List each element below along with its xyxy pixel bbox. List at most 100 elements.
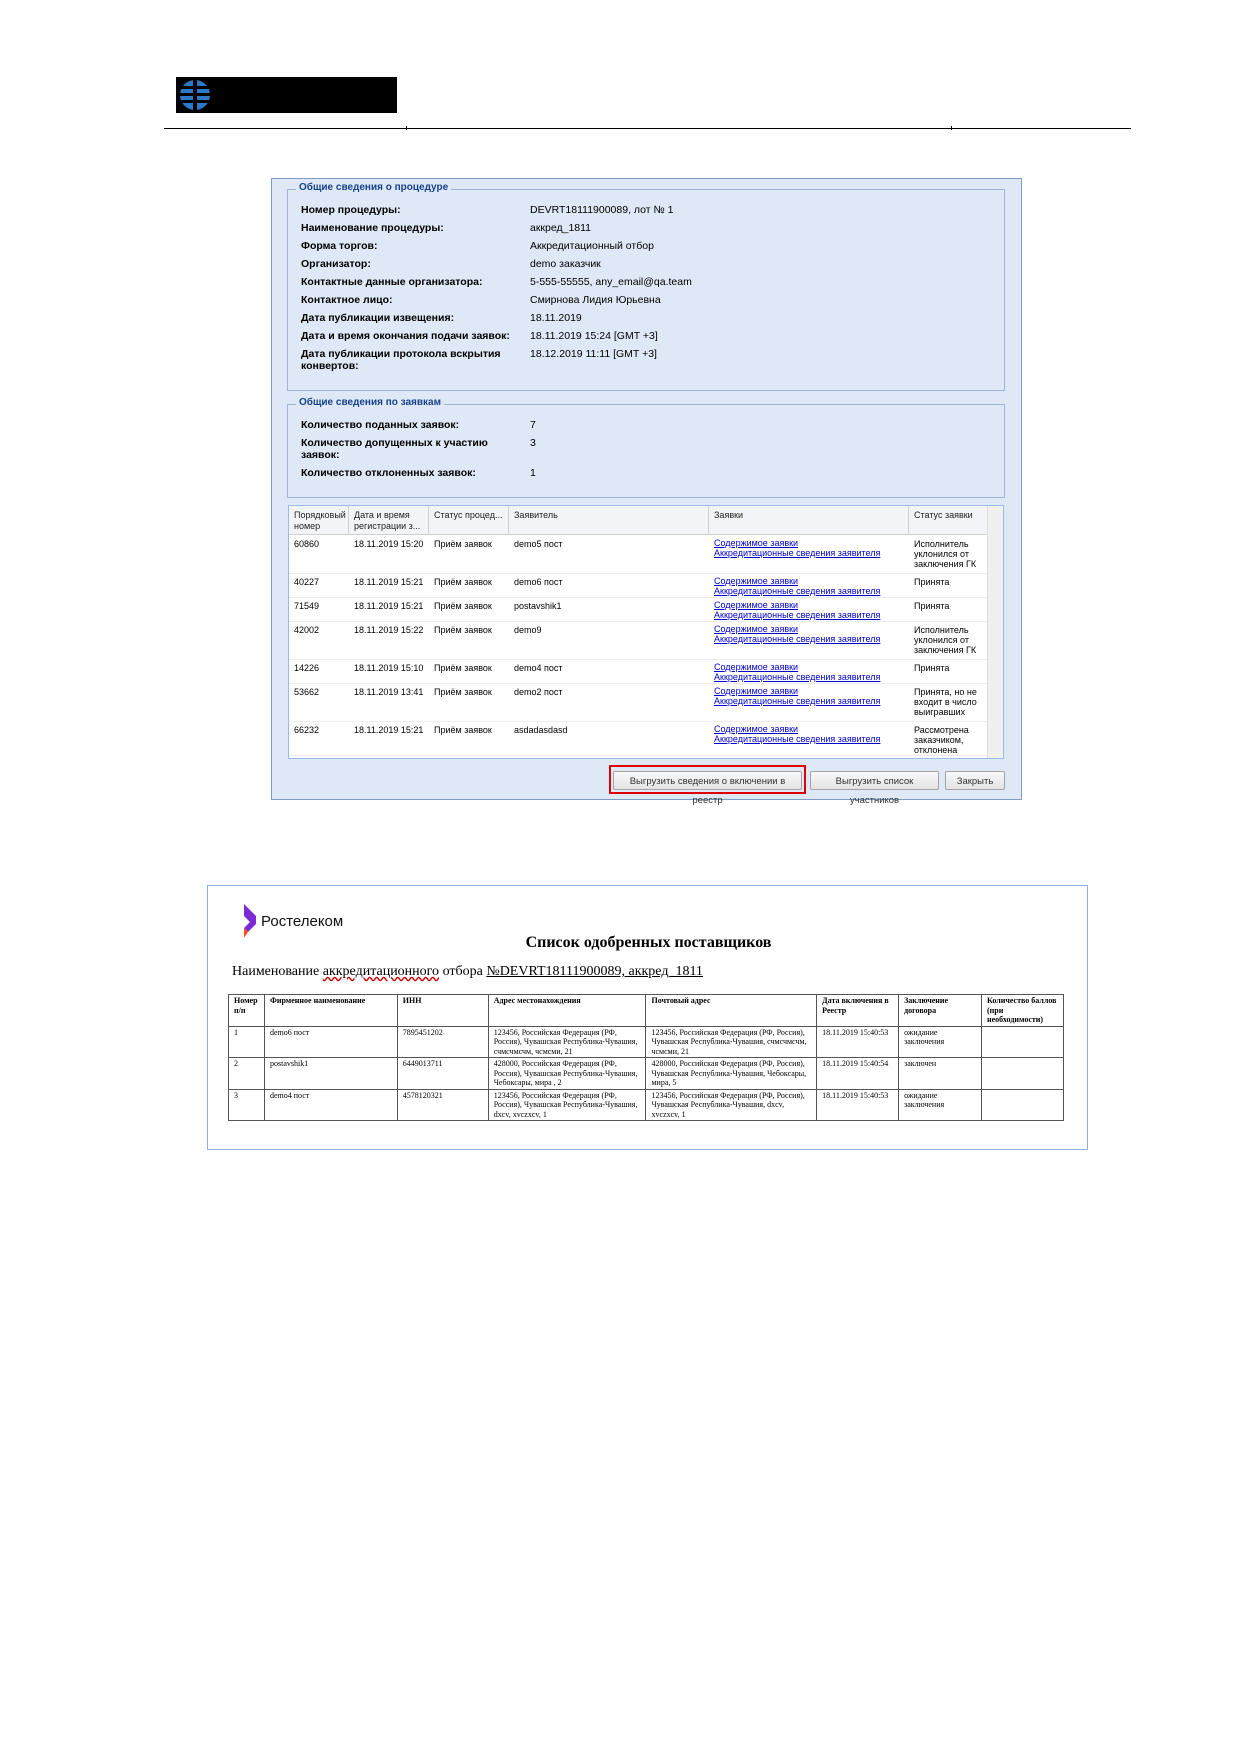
application-content-link[interactable]: Содержимое заявки: [714, 538, 880, 548]
column-header: Номер п/п: [228, 994, 265, 1027]
table-cell: 18.11.2019 15:40:53: [816, 1025, 900, 1058]
application-content-link[interactable]: Содержимое заявки: [714, 724, 880, 734]
table-cell: 4578120321: [396, 1088, 489, 1121]
row-application-status: Рассмотрена заказчиком, отклонена: [914, 725, 969, 755]
row-date: 18.11.2019 13:41: [354, 687, 424, 697]
column-header[interactable]: Статус процед...: [429, 506, 509, 534]
export-participants-button[interactable]: Выгрузить список участников: [810, 771, 939, 806]
column-header[interactable]: Заявки: [709, 506, 909, 534]
column-header: Дата включения в Реестр: [816, 994, 900, 1027]
row-application-status: Принята: [914, 601, 950, 611]
row-links: Содержимое заявки Аккредитационные сведен…: [714, 662, 880, 682]
application-content-link[interactable]: Содержимое заявки: [714, 662, 880, 672]
row-links: Содержимое заявки Аккредитационные сведен…: [714, 724, 880, 744]
row-number: 53662: [294, 687, 320, 697]
table-row[interactable]: 60860 18.11.2019 15:20 Приём заявок demo5 п…: [289, 535, 989, 574]
row-applicant: demo6 пост: [514, 577, 563, 587]
grid-header: Порядковый номер Дата и время регистраци…: [289, 506, 1003, 535]
header-logo: [176, 77, 397, 113]
header-divider: [164, 128, 1131, 129]
field-label: Дата публикации протокола вскрытия конве…: [301, 348, 501, 372]
table-cell: 428000, Российская Федерация (РФ, Россия…: [487, 1057, 647, 1090]
field-label: Количество допущенных к участию заявок:: [301, 437, 488, 461]
applicant-accreditation-link[interactable]: Аккредитационные сведения заявителя: [714, 610, 880, 620]
field-value: 18.12.2019 11:11 [GMT +3]: [530, 348, 657, 360]
row-links: Содержимое заявки Аккредитационные сведен…: [714, 624, 880, 644]
row-applicant: demo2 пост: [514, 687, 563, 697]
row-date: 18.11.2019 15:22: [354, 625, 424, 635]
field-label: Номер процедуры:: [301, 204, 401, 216]
field-value: 5-555-55555, any_email@qa.team: [530, 276, 692, 288]
application-content-link[interactable]: Содержимое заявки: [714, 686, 880, 696]
row-number: 71549: [294, 601, 320, 611]
table-cell: demo6 пост: [263, 1025, 398, 1058]
row-number: 42002: [294, 625, 320, 635]
table-cell: [981, 1088, 1064, 1121]
row-procedure-status: Приём заявок: [434, 625, 492, 635]
applications-info-section: Общие сведения по заявкам Количество под…: [287, 397, 1005, 498]
row-application-status: Принята: [914, 577, 950, 587]
field-value: 18.11.2019: [530, 312, 582, 324]
subtitle-prefix: Наименование: [232, 964, 323, 979]
applicant-accreditation-link[interactable]: Аккредитационные сведения заявителя: [714, 696, 880, 706]
application-content-link[interactable]: Содержимое заявки: [714, 600, 880, 610]
row-procedure-status: Приём заявок: [434, 687, 492, 697]
field-label: Количество поданных заявок:: [301, 419, 460, 431]
column-header: Почтовый адрес: [645, 994, 818, 1027]
table-row[interactable]: 66232 18.11.2019 15:21 Приём заявок asdadas…: [289, 721, 989, 756]
table-row[interactable]: 14226 18.11.2019 15:10 Приём заявок demo4 п…: [289, 659, 989, 684]
field-value: Аккредитационный отбор: [530, 240, 654, 252]
table-row[interactable]: 42002 18.11.2019 15:22 Приём заявок demo9 Со…: [289, 621, 989, 660]
row-procedure-status: Приём заявок: [434, 725, 492, 735]
table-cell: postavshik1: [263, 1057, 398, 1090]
row-applicant: demo4 пост: [514, 663, 563, 673]
field-value: аккред_1811: [530, 222, 592, 234]
column-header[interactable]: Статус заявки: [909, 506, 989, 534]
row-links: Содержимое заявки Аккредитационные сведен…: [714, 600, 880, 620]
application-content-link[interactable]: Содержимое заявки: [714, 624, 880, 634]
column-header[interactable]: Заявитель: [509, 506, 709, 534]
field-label: Наименование процедуры:: [301, 222, 444, 234]
table-row[interactable]: 71549 18.11.2019 15:21 Приём заявок postavs…: [289, 597, 989, 622]
column-header: Адрес местонахождения: [487, 994, 647, 1027]
applicant-accreditation-link[interactable]: Аккредитационные сведения заявителя: [714, 634, 880, 644]
applicant-accreditation-link[interactable]: Аккредитационные сведения заявителя: [714, 548, 880, 558]
table-cell: 1: [228, 1025, 265, 1058]
row-applicant: asdadasdasd: [514, 725, 568, 735]
table-cell: 428000, Российская Федерация (РФ, Россия…: [645, 1057, 818, 1090]
table-header-row: Номер п/п Фирменное наименование ИНН Адрес …: [228, 994, 1064, 1027]
header-divider-tick: [406, 126, 407, 130]
applicant-accreditation-link[interactable]: Аккредитационные сведения заявителя: [714, 734, 880, 744]
table-row[interactable]: 40227 18.11.2019 15:21 Приём заявок demo6 п…: [289, 573, 989, 598]
table-cell: [981, 1025, 1064, 1058]
applicant-accreditation-link[interactable]: Аккредитационные сведения заявителя: [714, 586, 880, 596]
field-label: Количество отклоненных заявок:: [301, 467, 476, 479]
section-title: Общие сведения по заявкам: [296, 397, 445, 408]
table-cell: 6449013711: [396, 1057, 489, 1090]
row-application-status: Исполнитель уклонился от заключения ГК: [914, 625, 977, 655]
table-cell: заключен: [898, 1057, 982, 1090]
report-title: Список одобренных поставщиков: [525, 934, 772, 951]
row-number: 14226: [294, 663, 320, 673]
table-row[interactable]: 53662 18.11.2019 13:41 Приём заявок demo2 п…: [289, 683, 989, 722]
application-content-link[interactable]: Содержимое заявки: [714, 576, 880, 586]
row-applicant: demo5 пост: [514, 539, 563, 549]
close-button[interactable]: Закрыть: [945, 771, 1005, 790]
applicant-accreditation-link[interactable]: Аккредитационные сведения заявителя: [714, 672, 880, 682]
table-cell: 18.11.2019 15:40:54: [816, 1057, 900, 1090]
field-label: Форма торгов:: [301, 240, 378, 252]
table-cell: 123456, Российская Федерация (РФ, Россия…: [487, 1088, 647, 1121]
grid-scrollbar[interactable]: [987, 506, 1003, 758]
column-header: Количество баллов (при необходимости): [981, 994, 1064, 1027]
column-header[interactable]: Дата и время регистрации з...: [349, 506, 429, 534]
row-date: 18.11.2019 15:21: [354, 577, 424, 587]
row-procedure-status: Приём заявок: [434, 601, 492, 611]
report-subtitle: Наименование аккредитационного отбора №D…: [232, 964, 703, 980]
column-header[interactable]: Порядковый номер: [289, 506, 349, 534]
row-procedure-status: Приём заявок: [434, 539, 492, 549]
table-cell: ожидание заключения: [898, 1088, 982, 1121]
procedure-info-dialog: Общие сведения о процедуре Номер процеду…: [271, 178, 1022, 806]
field-value: 3: [530, 437, 536, 449]
row-links: Содержимое заявки Аккредитационные сведен…: [714, 576, 880, 596]
export-registry-button[interactable]: Выгрузить сведения о включении в реестр: [613, 771, 802, 806]
